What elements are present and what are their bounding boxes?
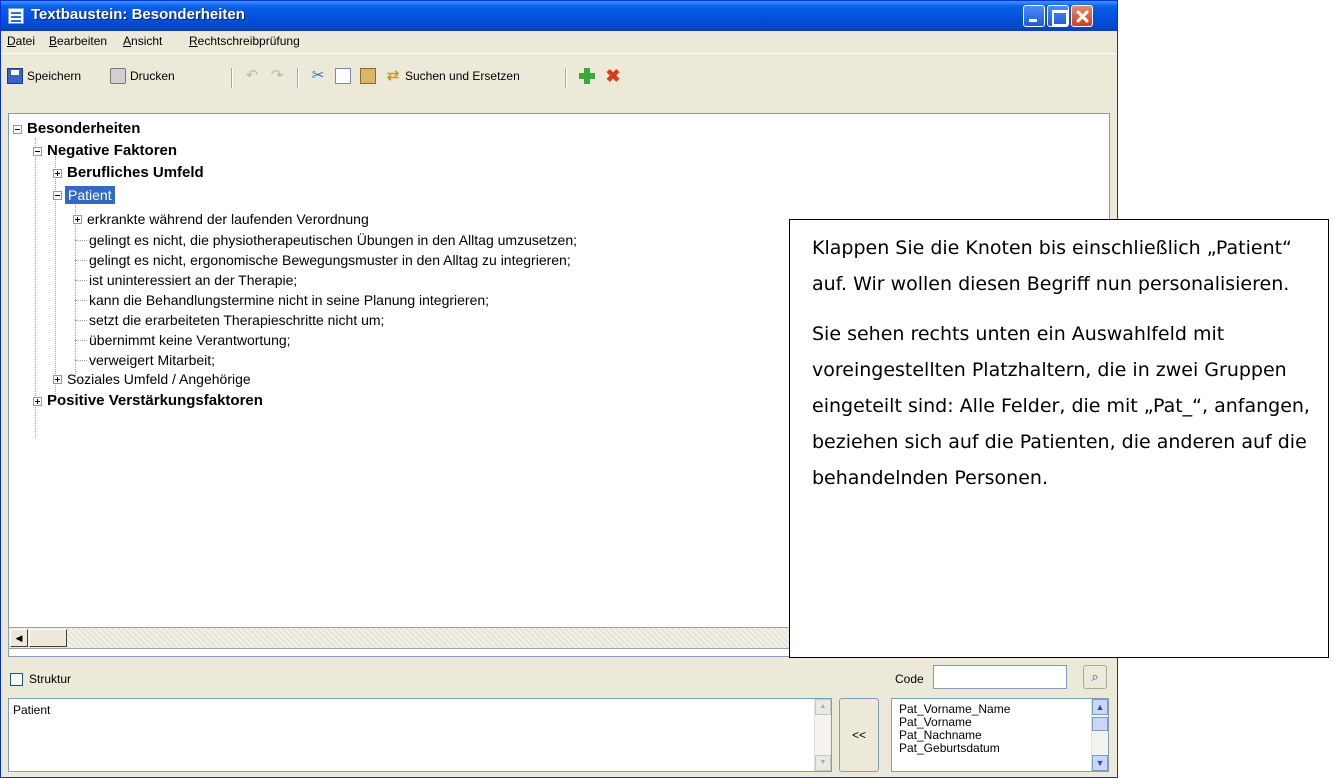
printer-icon — [110, 68, 126, 84]
magnifier-icon: ⌕ — [1091, 669, 1099, 684]
delete-button[interactable]: ✖ — [605, 66, 621, 86]
tree-node-negative-faktoren[interactable]: Negative Faktoren — [47, 142, 177, 160]
tree-item[interactable]: ist uninteressiert an der Therapie; — [89, 271, 297, 289]
app-icon — [8, 8, 24, 24]
tree-connector — [75, 240, 87, 241]
menu-ansicht[interactable]: Ansicht — [123, 34, 162, 48]
paste-button[interactable] — [360, 66, 376, 86]
tree-connector — [75, 300, 87, 301]
tree-item[interactable]: setzt die erarbeiteten Therapieschritte … — [89, 311, 384, 329]
tree-connector — [75, 280, 87, 281]
tree-item[interactable]: erkrankte während der laufenden Verordnu… — [87, 210, 369, 228]
copy-button[interactable] — [335, 66, 351, 86]
print-button[interactable]: Drucken — [110, 66, 175, 86]
redo-button[interactable]: ↷ — [269, 66, 285, 86]
tree-node-berufliches-umfeld[interactable]: Berufliches Umfeld — [67, 164, 204, 182]
find-replace-icon: ⇄ — [386, 67, 400, 84]
scroll-thumb[interactable] — [29, 629, 67, 647]
save-icon — [7, 68, 23, 84]
cut-button[interactable]: ✂ — [310, 66, 326, 86]
scroll-up-button[interactable]: ▲ — [1092, 699, 1108, 715]
text-editor-scrollbar[interactable]: ▲ ▼ — [814, 699, 831, 771]
tree-node-besonderheiten[interactable]: Besonderheiten — [27, 120, 140, 138]
instruction-callout: Klappen Sie die Knoten bis einschließlic… — [789, 219, 1329, 658]
tree-connector — [75, 360, 87, 361]
tree-item[interactable]: verweigert Mitarbeit; — [89, 351, 215, 369]
minimize-button[interactable] — [1023, 5, 1045, 27]
menu-bearbeiten[interactable]: Bearbeiten — [49, 34, 107, 48]
code-label: Code — [895, 672, 924, 686]
plus-icon — [579, 68, 595, 84]
struktur-checkbox[interactable] — [10, 673, 23, 686]
scroll-up-button[interactable]: ▲ — [815, 699, 831, 715]
expand-toggle[interactable] — [73, 215, 82, 224]
code-input[interactable] — [933, 665, 1067, 689]
undo-icon: ↶ — [245, 67, 259, 84]
tree-item[interactable]: gelingt es nicht, ergonomische Bewegungs… — [89, 251, 571, 269]
insert-placeholder-button[interactable]: << — [839, 698, 879, 772]
tree-node-positive-verstaerkungsfaktoren[interactable]: Positive Verstärkungsfaktoren — [47, 392, 263, 410]
find-replace-label: Suchen und Ersetzen — [405, 69, 520, 83]
list-item[interactable]: Pat_Geburtsdatum — [899, 742, 1000, 755]
title-bar[interactable]: Textbaustein: Besonderheiten — [1, 1, 1117, 31]
code-search-button[interactable]: ⌕ — [1083, 665, 1107, 689]
redo-icon: ↷ — [270, 67, 284, 84]
close-button[interactable] — [1071, 5, 1093, 27]
tree-connector — [75, 320, 87, 321]
collapse-toggle[interactable] — [33, 147, 42, 156]
tree-node-patient[interactable]: Patient — [65, 186, 115, 204]
tree-node-soziales-umfeld[interactable]: Soziales Umfeld / Angehörige — [67, 370, 251, 388]
toolbar-separator — [297, 68, 299, 88]
menu-rechtschreibpruefung[interactable]: Rechtschreibprüfung — [189, 34, 300, 48]
undo-button[interactable]: ↶ — [244, 66, 260, 86]
placeholder-list[interactable]: Pat_Vorname_Name Pat_Vorname Pat_Nachnam… — [891, 698, 1109, 772]
collapse-toggle[interactable] — [53, 191, 62, 200]
maximize-button[interactable] — [1047, 5, 1069, 27]
tree-item[interactable]: übernimmt keine Verantwortung; — [89, 331, 291, 349]
struktur-label: Struktur — [29, 672, 72, 686]
tree-item[interactable]: kann die Behandlungstermine nicht in sei… — [89, 291, 489, 309]
tree-item[interactable]: gelingt es nicht, die physiotherapeutisc… — [89, 231, 577, 249]
toolbar-separator — [231, 68, 233, 88]
save-label: Speichern — [27, 69, 82, 83]
expand-toggle[interactable] — [33, 397, 42, 406]
collapse-toggle[interactable] — [13, 125, 22, 134]
copy-icon — [335, 68, 351, 84]
save-button[interactable]: Speichern — [7, 66, 81, 86]
add-button[interactable] — [579, 66, 595, 86]
scroll-down-button[interactable]: ▼ — [1092, 755, 1108, 771]
expand-toggle[interactable] — [53, 375, 62, 384]
tree-connector — [75, 198, 76, 378]
find-replace-button[interactable]: ⇄ Suchen und Ersetzen — [385, 66, 520, 86]
print-label: Drucken — [130, 69, 175, 83]
paste-icon — [360, 68, 376, 84]
text-editor-content: Patient — [13, 703, 51, 717]
scissors-icon: ✂ — [311, 67, 325, 84]
callout-paragraph-1: Klappen Sie die Knoten bis einschließlic… — [812, 237, 1292, 295]
scroll-down-button[interactable]: ▼ — [815, 755, 831, 771]
toolbar-separator — [565, 68, 567, 88]
window-title: Textbaustein: Besonderheiten — [31, 6, 245, 23]
toolbar: Speichern Drucken ↶ ↷ ✂ ⇄ Suchen und Ers… — [1, 53, 1117, 111]
placeholder-list-scrollbar[interactable]: ▲ ▼ — [1091, 699, 1108, 771]
scroll-thumb[interactable] — [1092, 717, 1108, 731]
delete-x-icon: ✖ — [605, 66, 621, 86]
tree-connector — [75, 340, 87, 341]
text-editor[interactable]: Patient ▲ ▼ — [8, 698, 832, 772]
expand-toggle[interactable] — [53, 169, 62, 178]
menu-bar: Datei Bearbeiten Ansicht Rechtschreibprü… — [1, 31, 1117, 51]
tree-connector — [75, 260, 87, 261]
menu-datei[interactable]: Datei — [7, 34, 35, 48]
callout-paragraph-2: Sie sehen rechts unten ein Auswahlfeld m… — [812, 323, 1310, 489]
tree-connector — [35, 138, 36, 438]
scroll-left-button[interactable]: ◀ — [10, 629, 28, 647]
